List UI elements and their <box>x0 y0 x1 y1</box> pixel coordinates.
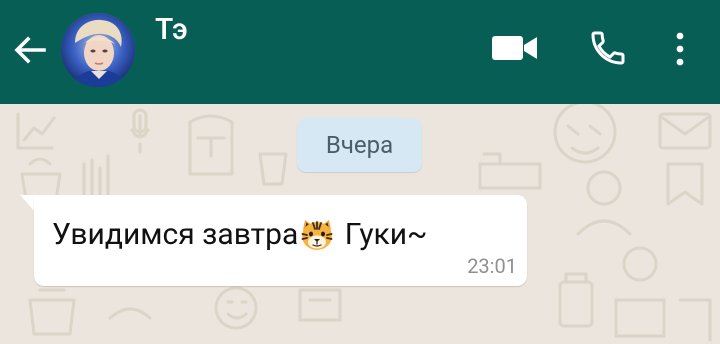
back-button[interactable] <box>10 30 50 70</box>
video-call-button[interactable] <box>488 28 542 68</box>
date-label: Вчера <box>325 131 394 159</box>
contact-avatar[interactable] <box>61 13 135 87</box>
arrow-left-icon <box>14 36 46 64</box>
message-timestamp: 23:01 <box>467 254 517 278</box>
voice-call-button[interactable] <box>584 24 632 72</box>
videocam-icon <box>492 36 537 60</box>
date-chip: Вчера <box>297 118 422 172</box>
chat-area: Вчера Увидимся завтра Гуки~ 23:01 <box>0 104 720 344</box>
chat-header: Тэ <box>0 0 720 104</box>
chat-screen: Тэ Вчера Увидимся завтра Гуки~ 23:01 <box>0 0 720 344</box>
phone-icon <box>591 31 625 65</box>
more-vert-icon <box>676 32 684 66</box>
overflow-menu-button[interactable] <box>664 26 696 72</box>
message-text: Увидимся завтра Гуки~ <box>52 217 427 252</box>
avatar-photo <box>61 13 135 87</box>
tiger-face-emoji <box>301 219 333 250</box>
incoming-message-bubble[interactable]: Увидимся завтра Гуки~ 23:01 <box>34 195 527 286</box>
message-text-start: Увидимся завтра <box>52 217 299 252</box>
message-text-end: Гуки~ <box>337 217 428 252</box>
contact-name[interactable]: Тэ <box>155 12 188 47</box>
